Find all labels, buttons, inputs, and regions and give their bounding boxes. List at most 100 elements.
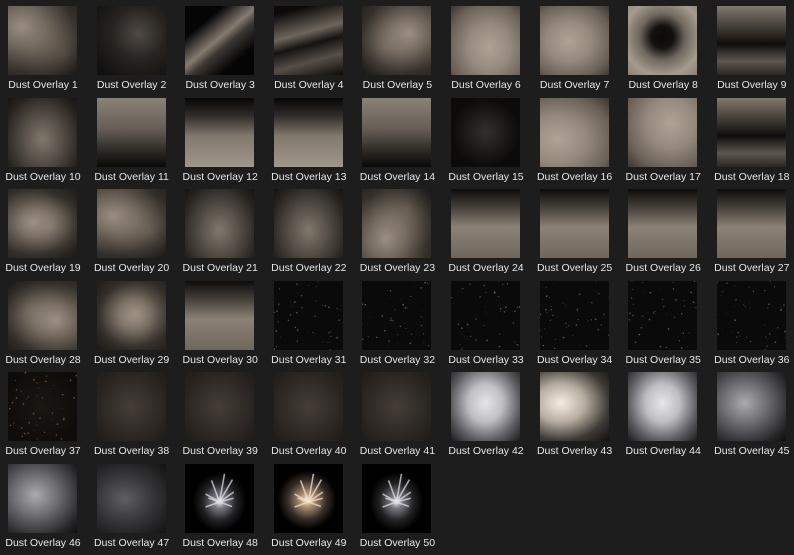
- overlay-thumbnail[interactable]: [451, 97, 520, 167]
- overlay-thumbnail[interactable]: [273, 6, 343, 75]
- overlay-thumbnail[interactable]: [716, 372, 786, 442]
- overlay-thumbnail[interactable]: [273, 372, 343, 442]
- overlay-thumbnail[interactable]: [96, 189, 166, 259]
- overlay-thumbnail[interactable]: [628, 97, 698, 167]
- overlay-thumbnail[interactable]: [273, 97, 343, 167]
- overlay-thumbnail[interactable]: [96, 6, 166, 75]
- overlay-tile[interactable]: Dust Overlay 34: [532, 275, 620, 367]
- overlay-tile[interactable]: Dust Overlay 11: [89, 92, 177, 184]
- overlay-thumbnail[interactable]: [96, 372, 166, 442]
- overlay-tile[interactable]: Dust Overlay 18: [709, 92, 794, 184]
- overlay-tile[interactable]: Dust Overlay 2: [89, 0, 177, 92]
- overlay-thumbnail[interactable]: [539, 6, 609, 75]
- overlay-tile[interactable]: Dust Overlay 45: [709, 366, 794, 458]
- overlay-tile[interactable]: Dust Overlay 20: [89, 183, 177, 275]
- overlay-tile[interactable]: Dust Overlay 39: [177, 366, 265, 458]
- overlay-thumbnail[interactable]: [539, 372, 609, 442]
- overlay-tile[interactable]: Dust Overlay 47: [89, 458, 177, 550]
- overlay-tile[interactable]: Dust Overlay 4: [266, 0, 354, 92]
- overlay-tile[interactable]: Dust Overlay 35: [620, 275, 708, 367]
- overlay-thumbnail[interactable]: [362, 6, 432, 75]
- overlay-thumbnail[interactable]: [96, 97, 166, 167]
- overlay-thumbnail[interactable]: [185, 6, 255, 75]
- overlay-thumbnail[interactable]: [451, 6, 520, 75]
- overlay-thumbnail[interactable]: [273, 189, 343, 259]
- overlay-tile[interactable]: Dust Overlay 36: [709, 275, 794, 367]
- overlay-tile[interactable]: Dust Overlay 23: [354, 183, 442, 275]
- overlay-thumbnail[interactable]: [273, 464, 343, 533]
- overlay-tile[interactable]: Dust Overlay 49: [266, 458, 354, 550]
- overlay-thumbnail[interactable]: [362, 280, 432, 350]
- overlay-thumbnail[interactable]: [451, 372, 520, 442]
- overlay-thumbnail[interactable]: [628, 280, 698, 350]
- overlay-tile[interactable]: Dust Overlay 25: [532, 183, 620, 275]
- overlay-tile[interactable]: Dust Overlay 7: [532, 0, 620, 92]
- overlay-tile[interactable]: Dust Overlay 15: [443, 92, 531, 184]
- overlay-thumbnail[interactable]: [8, 189, 77, 259]
- overlay-thumbnail[interactable]: [8, 464, 77, 533]
- overlay-tile[interactable]: Dust Overlay 10: [0, 92, 88, 184]
- overlay-thumbnail[interactable]: [451, 280, 520, 350]
- overlay-tile[interactable]: Dust Overlay 16: [532, 92, 620, 184]
- overlay-tile[interactable]: Dust Overlay 37: [0, 366, 88, 458]
- overlay-tile[interactable]: Dust Overlay 28: [0, 275, 88, 367]
- overlay-tile[interactable]: Dust Overlay 13: [266, 92, 354, 184]
- overlay-tile[interactable]: Dust Overlay 6: [443, 0, 531, 92]
- overlay-tile[interactable]: Dust Overlay 46: [0, 458, 88, 550]
- overlay-tile[interactable]: Dust Overlay 12: [177, 92, 265, 184]
- overlay-tile[interactable]: Dust Overlay 50: [354, 458, 442, 550]
- overlay-thumbnail[interactable]: [451, 189, 520, 259]
- overlay-thumbnail[interactable]: [716, 280, 786, 350]
- overlay-thumbnail[interactable]: [628, 189, 698, 259]
- overlay-tile[interactable]: Dust Overlay 48: [177, 458, 265, 550]
- overlay-thumbnail[interactable]: [628, 372, 698, 442]
- overlay-thumbnail[interactable]: [8, 280, 77, 350]
- overlay-tile[interactable]: Dust Overlay 24: [443, 183, 531, 275]
- overlay-thumbnail[interactable]: [362, 464, 432, 533]
- overlay-thumbnail[interactable]: [8, 372, 77, 442]
- overlay-thumbnail[interactable]: [539, 189, 609, 259]
- overlay-tile[interactable]: Dust Overlay 29: [89, 275, 177, 367]
- overlay-tile[interactable]: Dust Overlay 3: [177, 0, 265, 92]
- overlay-tile[interactable]: Dust Overlay 42: [443, 366, 531, 458]
- overlay-tile[interactable]: Dust Overlay 31: [266, 275, 354, 367]
- overlay-tile[interactable]: Dust Overlay 21: [177, 183, 265, 275]
- overlay-tile[interactable]: Dust Overlay 33: [443, 275, 531, 367]
- overlay-thumbnail[interactable]: [539, 97, 609, 167]
- overlay-thumbnail[interactable]: [362, 97, 432, 167]
- overlay-tile[interactable]: Dust Overlay 22: [266, 183, 354, 275]
- overlay-thumbnail[interactable]: [185, 189, 255, 259]
- overlay-thumbnail[interactable]: [273, 280, 343, 350]
- overlay-tile[interactable]: Dust Overlay 27: [709, 183, 794, 275]
- overlay-thumbnail[interactable]: [185, 464, 255, 533]
- overlay-thumbnail[interactable]: [716, 189, 786, 259]
- overlay-thumbnail[interactable]: [716, 97, 786, 167]
- overlay-tile[interactable]: Dust Overlay 40: [266, 366, 354, 458]
- overlay-tile[interactable]: Dust Overlay 17: [620, 92, 708, 184]
- overlay-tile[interactable]: Dust Overlay 1: [0, 0, 88, 92]
- overlay-tile[interactable]: Dust Overlay 14: [354, 92, 442, 184]
- overlay-tile[interactable]: Dust Overlay 41: [354, 366, 442, 458]
- overlay-tile[interactable]: Dust Overlay 26: [620, 183, 708, 275]
- overlay-tile[interactable]: Dust Overlay 44: [620, 366, 708, 458]
- overlay-thumbnail[interactable]: [96, 280, 166, 350]
- overlay-thumbnail[interactable]: [362, 372, 432, 442]
- overlay-thumbnail[interactable]: [716, 6, 786, 75]
- overlay-thumbnail[interactable]: [185, 372, 255, 442]
- overlay-thumbnail[interactable]: [8, 6, 77, 75]
- overlay-tile[interactable]: Dust Overlay 38: [89, 366, 177, 458]
- overlay-tile[interactable]: Dust Overlay 8: [620, 0, 708, 92]
- overlay-tile[interactable]: Dust Overlay 43: [532, 366, 620, 458]
- overlay-thumbnail[interactable]: [185, 97, 255, 167]
- overlay-thumbnail[interactable]: [8, 97, 77, 167]
- overlay-tile[interactable]: Dust Overlay 9: [709, 0, 794, 92]
- overlay-thumbnail[interactable]: [185, 280, 255, 350]
- overlay-thumbnail[interactable]: [539, 280, 609, 350]
- overlay-tile[interactable]: Dust Overlay 19: [0, 183, 88, 275]
- overlay-tile[interactable]: Dust Overlay 30: [177, 275, 265, 367]
- overlay-tile[interactable]: Dust Overlay 5: [354, 0, 442, 92]
- overlay-tile[interactable]: Dust Overlay 32: [354, 275, 442, 367]
- overlay-thumbnail[interactable]: [362, 189, 432, 259]
- overlay-thumbnail[interactable]: [96, 464, 166, 533]
- overlay-thumbnail[interactable]: [628, 6, 698, 75]
